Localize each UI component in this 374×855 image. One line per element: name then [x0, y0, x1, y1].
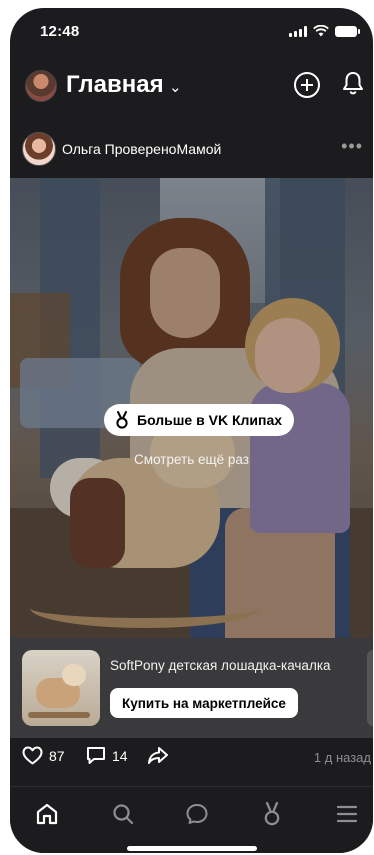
next-product-card[interactable]	[367, 650, 373, 726]
buy-on-marketplace-button[interactable]: Купить на маркетплейсе	[110, 688, 298, 718]
product-thumbnail[interactable]	[22, 650, 100, 726]
nav-home[interactable]	[34, 801, 60, 827]
wifi-icon	[313, 25, 329, 37]
post-date: 1 д назад	[313, 750, 371, 765]
home-indicator[interactable]	[127, 846, 257, 851]
product-title[interactable]: SoftPony детская лошадка-качалка	[110, 658, 331, 673]
status-bar: 12:48	[10, 8, 373, 56]
cellular-signal-icon	[289, 25, 307, 37]
post-video[interactable]: Больше в VK Клипах Смотреть ещё раз	[10, 178, 373, 638]
profile-avatar[interactable]	[25, 70, 57, 102]
home-icon	[36, 803, 58, 825]
search-icon	[113, 804, 134, 825]
product-pony	[62, 664, 86, 686]
nav-messages[interactable]	[184, 801, 210, 827]
product-card[interactable]: SoftPony детская лошадка-качалка Купить …	[10, 638, 373, 738]
post-author-row: Ольга ПровереноМамой •••	[10, 128, 373, 172]
author-avatar[interactable]	[22, 132, 56, 166]
chevron-down-icon[interactable]: ⌄	[169, 78, 182, 96]
nav-menu[interactable]	[334, 801, 360, 827]
more-in-clips-button[interactable]: Больше в VK Клипах	[104, 404, 295, 436]
menu-icon	[336, 805, 358, 823]
nav-search[interactable]	[110, 801, 136, 827]
share-icon	[148, 747, 168, 764]
bell-icon[interactable]	[342, 71, 364, 95]
comment-button[interactable]: 14	[86, 746, 128, 765]
add-icon[interactable]	[294, 72, 320, 98]
nav-clips[interactable]	[259, 801, 285, 827]
clips-icon	[264, 801, 280, 826]
heart-icon	[22, 746, 43, 765]
status-icons	[289, 25, 360, 37]
page-title[interactable]: Главная	[66, 71, 164, 99]
phone-screen: 12:48 Главная ⌄ Ольга ПровереноМамой •••	[10, 8, 373, 853]
comment-count: 14	[112, 747, 128, 764]
comment-icon	[87, 747, 105, 764]
post-reactions: 87 14 1 д назад	[10, 746, 373, 782]
more-in-clips-label: Больше в VK Клипах	[137, 412, 283, 428]
author-name[interactable]: Ольга ПровереноМамой	[62, 141, 221, 157]
status-time: 12:48	[40, 23, 80, 40]
bottom-navigation	[10, 786, 373, 853]
clips-icon	[116, 411, 128, 429]
more-options-icon[interactable]: •••	[341, 136, 363, 157]
share-button[interactable]	[147, 746, 169, 765]
product-pony	[28, 712, 90, 718]
battery-icon	[335, 25, 360, 37]
like-count: 87	[49, 747, 65, 764]
messages-icon	[186, 804, 208, 824]
like-button[interactable]: 87	[22, 746, 65, 765]
app-header: Главная ⌄	[10, 68, 373, 118]
watch-again-link[interactable]: Смотреть ещё раз	[10, 452, 373, 467]
